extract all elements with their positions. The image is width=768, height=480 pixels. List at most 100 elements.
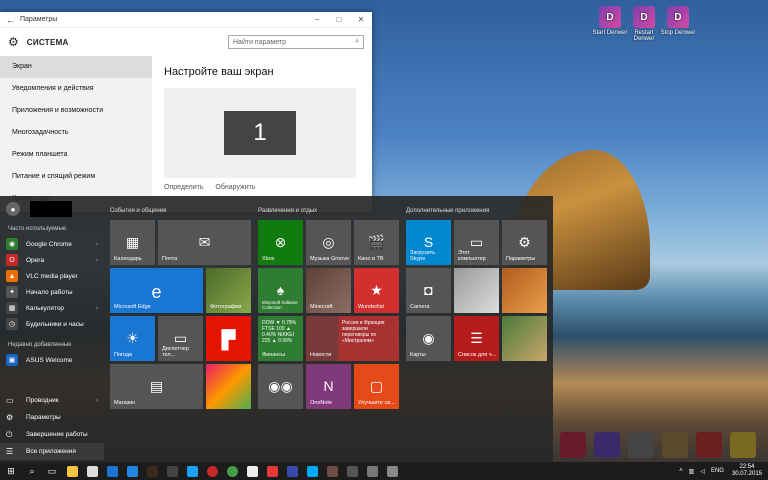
tile-image-2[interactable]	[502, 316, 547, 361]
settings-button[interactable]: ⚙ Параметры	[0, 409, 104, 426]
search-input[interactable]: Найти параметр ⌕	[228, 35, 364, 49]
tile-photos[interactable]: Фотографии	[206, 268, 251, 313]
group-title-extra[interactable]: Дополнительные приложения	[406, 208, 489, 214]
app-vlc[interactable]: ▲ VLC media player	[0, 268, 104, 284]
taskbar-app-4[interactable]	[242, 462, 262, 480]
taskbar-app-7[interactable]	[342, 462, 362, 480]
nav-item-apps[interactable]: Приложения и возможности	[0, 100, 152, 122]
chrome-icon	[226, 465, 238, 477]
tile-store[interactable]: ▤ Магазин	[110, 364, 203, 409]
tile-wunderlist[interactable]: ★ Wunderlist	[354, 268, 399, 313]
taskbar-app-8[interactable]	[362, 462, 382, 480]
desktop-shortcut[interactable]	[662, 432, 688, 458]
app-get-started[interactable]: ✦ Начало работы	[0, 284, 104, 300]
nav-item-notifications[interactable]: Уведомления и действия	[0, 78, 152, 100]
app-calculator[interactable]: ▦ Калькулятор ›	[0, 300, 104, 316]
task-view-button[interactable]: ▭	[42, 462, 62, 480]
taskbar-app-5[interactable]	[282, 462, 302, 480]
chevron-right-icon[interactable]: ›	[96, 241, 98, 248]
power-button[interactable]: ⏻ Завершение работы	[0, 426, 104, 443]
identify-link[interactable]: Определить	[164, 184, 203, 191]
close-button[interactable]: ✕	[350, 15, 372, 24]
taskbar-app-twitter[interactable]	[182, 462, 202, 480]
taskbar-app-store[interactable]	[82, 462, 102, 480]
desktop-shortcut[interactable]	[628, 432, 654, 458]
tile-phone-companion[interactable]: ▭ Диспетчер тел...	[158, 316, 203, 361]
tile-maps[interactable]: ◉ Карты	[406, 316, 451, 361]
taskbar-app-6[interactable]	[322, 462, 342, 480]
taskbar-app-explorer[interactable]	[62, 462, 82, 480]
tile-movies[interactable]: 🎬 Кино и ТВ	[354, 220, 399, 265]
chevron-right-icon[interactable]: ›	[96, 305, 98, 312]
nav-item-screen[interactable]: Экран	[0, 56, 152, 78]
app-google-chrome[interactable]: ◉ Google Chrome ›	[0, 236, 104, 252]
nav-item-tablet-mode[interactable]: Режим планшета	[0, 144, 152, 166]
calculator-icon: ▦	[6, 302, 18, 314]
nav-item-multitasking[interactable]: Многозадачность	[0, 122, 152, 144]
tile-reading-list[interactable]: ☰ Список для ч...	[454, 316, 499, 361]
start-menu: ● Часто используемые ◉ Google Chrome › O…	[0, 196, 553, 462]
taskbar-app-skype[interactable]	[302, 462, 322, 480]
settings-header: ⚙ СИСТЕМА Найти параметр ⌕	[0, 28, 372, 56]
desktop-shortcut[interactable]	[730, 432, 756, 458]
volume-icon[interactable]: ◁	[700, 468, 705, 475]
taskbar-app-settings[interactable]	[382, 462, 402, 480]
tile-tripadvisor[interactable]: ◉◉	[258, 364, 303, 409]
vlc-icon: ▲	[6, 270, 18, 282]
clock[interactable]: 22:54 30.07.2015	[732, 464, 762, 478]
tile-xbox[interactable]: ⊗ Xbox	[258, 220, 303, 265]
tile-this-pc[interactable]: ▭ Этот компьютер	[454, 220, 499, 265]
all-apps-button[interactable]: ☰ Все приложения	[0, 443, 104, 460]
user-account[interactable]: ●	[0, 196, 104, 222]
language-indicator[interactable]: ENG	[711, 468, 724, 474]
start-button[interactable]: ⊞	[0, 462, 22, 480]
desktop-shortcut[interactable]	[560, 432, 586, 458]
tile-onenote[interactable]: N OneNote	[306, 364, 351, 409]
settings-window: ← Параметры – □ ✕ ⚙ СИСТЕМА Найти параме…	[0, 12, 372, 212]
taskbar-app-2[interactable]	[142, 462, 162, 480]
group-title-events[interactable]: События и общения	[110, 208, 166, 214]
app-asus-welcome[interactable]: ▣ ASUS Welcome	[0, 352, 104, 368]
tile-mail[interactable]: ✉ Почта	[158, 220, 251, 265]
taskbar-app-3[interactable]	[162, 462, 182, 480]
network-icon[interactable]: ▥	[689, 468, 695, 475]
desktop-shortcut[interactable]	[696, 432, 722, 458]
tile-candy-crush[interactable]	[206, 364, 251, 409]
tile-image-food[interactable]	[502, 268, 547, 313]
taskbar-app-1[interactable]	[122, 462, 142, 480]
tile-flipboard[interactable]: ▛	[206, 316, 251, 361]
maximize-button[interactable]: □	[328, 15, 350, 24]
chevron-right-icon[interactable]: ›	[96, 397, 98, 404]
explorer-button[interactable]: ▭ Проводник ›	[0, 392, 104, 409]
monitor-1[interactable]: 1	[224, 111, 296, 155]
detect-link[interactable]: Обнаружить	[215, 184, 255, 191]
tile-finance[interactable]: DOW ▼ 0.78% FTSE 100 ▲ 0.40% NIKKEI 225 …	[258, 316, 303, 361]
tile-news[interactable]: Россия и Франция завершили переговоры по…	[306, 316, 399, 361]
tile-camera[interactable]: ◘ Camera	[406, 268, 451, 313]
taskbar-app-vivaldi[interactable]	[262, 462, 282, 480]
desktop-shortcut[interactable]	[594, 432, 620, 458]
taskbar-app-edge[interactable]	[102, 462, 122, 480]
tile-skype[interactable]: S Загрузить Skype	[406, 220, 451, 265]
taskbar-app-opera[interactable]	[202, 462, 222, 480]
back-arrow-icon[interactable]: ←	[6, 15, 20, 25]
minimize-button[interactable]: –	[306, 15, 328, 24]
tile-settings[interactable]: ⚙ Параметры	[502, 220, 547, 265]
tile-solitaire[interactable]: ♠ Microsoft Solitaire Collection	[258, 268, 303, 313]
search-button[interactable]: ⌕	[22, 462, 42, 480]
taskbar-app-chrome[interactable]	[222, 462, 242, 480]
tile-groove[interactable]: ◎ Музыка Groove	[306, 220, 351, 265]
tile-image-1[interactable]	[454, 268, 499, 313]
tile-weather[interactable]: ☀ Погода	[110, 316, 155, 361]
tile-edge[interactable]: e Microsoft Edge	[110, 268, 203, 313]
group-title-entertainment[interactable]: Развлечения и отдых	[258, 208, 317, 214]
chevron-right-icon[interactable]: ›	[96, 257, 98, 264]
tile-minecraft[interactable]: Minecraft	[306, 268, 351, 313]
app-opera[interactable]: O Opera ›	[0, 252, 104, 268]
nav-item-power[interactable]: Питание и спящий режим	[0, 166, 152, 188]
tile-office[interactable]: ▢ Улучшите св...	[354, 364, 399, 409]
tile-calendar[interactable]: ▦ Календарь	[110, 220, 155, 265]
desktop-icon-stop-denwer[interactable]: D Stop Denwer	[658, 6, 698, 36]
app-alarms[interactable]: ◷ Будильники и часы	[0, 316, 104, 332]
chevron-up-icon[interactable]: ˄	[679, 468, 683, 474]
